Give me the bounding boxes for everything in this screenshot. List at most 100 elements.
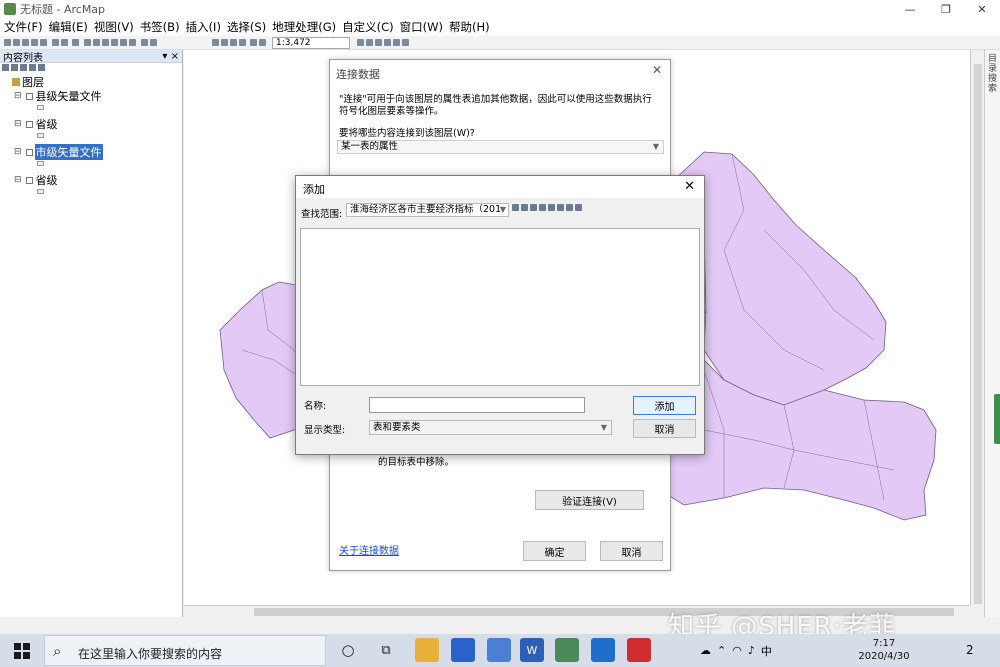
app-icon[interactable]: [451, 638, 475, 662]
menu-windows[interactable]: 窗口(W): [400, 19, 443, 35]
windows-start-icon[interactable]: [14, 643, 30, 659]
validate-join-button[interactable]: 验证连接(V): [535, 490, 644, 510]
layer-visibility-checkbox[interactable]: [25, 92, 33, 100]
browser-icon[interactable]: [487, 638, 511, 662]
zoom-in-icon[interactable]: [4, 39, 11, 46]
editor-icon[interactable]: [357, 39, 364, 46]
home-icon[interactable]: [521, 204, 528, 211]
arcmap-taskbar-icon[interactable]: [555, 638, 579, 662]
layer-symbol-swatch[interactable]: [37, 189, 44, 194]
join-type-select[interactable]: 某一表的属性 ▼: [337, 140, 664, 154]
layer-symbol-swatch[interactable]: [37, 133, 44, 138]
toggle-contents-icon[interactable]: [539, 204, 546, 211]
find-icon[interactable]: [102, 39, 109, 46]
close-icon[interactable]: ✕: [684, 179, 695, 194]
ime-indicator[interactable]: 中: [761, 643, 772, 659]
notification-count[interactable]: 2: [966, 643, 974, 657]
edge-icon[interactable]: [591, 638, 615, 662]
ok-button[interactable]: 确定: [523, 541, 586, 561]
task-view-icon[interactable]: ⧉: [374, 638, 398, 662]
refresh-icon[interactable]: [575, 204, 582, 211]
dock-handle[interactable]: [994, 394, 1000, 444]
measure-icon[interactable]: [111, 39, 118, 46]
restore-button[interactable]: ❐: [928, 0, 964, 18]
new-doc-icon[interactable]: [212, 39, 219, 46]
list-by-source-icon[interactable]: [11, 64, 18, 71]
netease-music-icon[interactable]: [627, 638, 651, 662]
toc-layer[interactable]: ⊟ 省级: [14, 172, 59, 188]
pan-icon[interactable]: [22, 39, 29, 46]
layer-visibility-checkbox[interactable]: [25, 176, 33, 184]
html-popup-icon[interactable]: [129, 39, 136, 46]
undo-icon[interactable]: [250, 39, 257, 46]
name-input[interactable]: [369, 397, 585, 413]
layer-label[interactable]: 省级: [35, 116, 59, 132]
collapse-icon[interactable]: ⊟: [14, 147, 22, 157]
print-icon[interactable]: [239, 39, 246, 46]
cancel-button[interactable]: 取消: [600, 541, 663, 561]
word-icon[interactable]: W: [520, 638, 544, 662]
hyperlink-icon[interactable]: [120, 39, 127, 46]
new-folder-icon[interactable]: [557, 204, 564, 211]
list-by-visibility-icon[interactable]: [20, 64, 27, 71]
menu-customize[interactable]: 自定义(C): [342, 19, 394, 35]
open-icon[interactable]: [221, 39, 228, 46]
tray-volume-icon[interactable]: ♪: [748, 644, 755, 657]
toc-layer[interactable]: ⊟ 市级矢量文件: [14, 144, 103, 160]
look-in-select[interactable]: 淮海经济区各市主要经济指标（201 ▼: [346, 203, 509, 217]
map-vertical-scrollbar[interactable]: [970, 50, 984, 605]
connect-folder-icon[interactable]: [530, 204, 537, 211]
layer-label[interactable]: 省级: [35, 172, 59, 188]
add-data-icon[interactable]: [259, 39, 266, 46]
select-elements-icon[interactable]: [84, 39, 91, 46]
minimize-button[interactable]: —: [892, 0, 928, 18]
up-one-level-icon[interactable]: [512, 204, 519, 211]
view-options-icon[interactable]: [548, 204, 555, 211]
menu-file[interactable]: 文件(F): [4, 19, 43, 35]
toc-pin-close-icon[interactable]: ▾ ×: [162, 51, 179, 62]
layer-label[interactable]: 县级矢量文件: [35, 88, 103, 104]
layer-symbol-swatch[interactable]: [37, 161, 44, 166]
toc-options-icon[interactable]: [38, 64, 45, 71]
add-button[interactable]: 添加: [633, 396, 696, 415]
arctoolbox-icon[interactable]: [393, 39, 400, 46]
cortana-icon[interactable]: ○: [336, 638, 360, 662]
menu-edit[interactable]: 编辑(E): [49, 19, 88, 35]
menu-selection[interactable]: 选择(S): [227, 19, 266, 35]
scrollbar-thumb[interactable]: [974, 64, 982, 604]
toc-window-icon[interactable]: [366, 39, 373, 46]
time-slider-icon[interactable]: [141, 39, 148, 46]
layer-visibility-checkbox[interactable]: [25, 148, 33, 156]
tray-chevron-up-icon[interactable]: ⌃: [717, 644, 726, 657]
list-by-drawing-order-icon[interactable]: [2, 64, 9, 71]
fixed-zoom-in-icon[interactable]: [40, 39, 47, 46]
toc-layer[interactable]: ⊟ 县级矢量文件: [14, 88, 103, 104]
tray-cloud-icon[interactable]: ☁: [700, 644, 711, 657]
full-extent-icon[interactable]: [31, 39, 38, 46]
layer-label-selected[interactable]: 市级矢量文件: [34, 144, 103, 160]
close-button[interactable]: ✕: [964, 0, 1000, 18]
layer-visibility-checkbox[interactable]: [25, 120, 33, 128]
tray-wifi-icon[interactable]: ◠: [732, 644, 742, 657]
zoom-out-icon[interactable]: [13, 39, 20, 46]
dock-tab-catalog-search[interactable]: 目录 搜索: [988, 54, 998, 94]
toc-layer[interactable]: ⊟ 省级: [14, 116, 59, 132]
layer-symbol-swatch[interactable]: [37, 105, 44, 110]
taskbar-search[interactable]: ⌕ 在这里输入你要搜索的内容: [44, 635, 326, 666]
viewer-icon[interactable]: [150, 39, 157, 46]
file-list[interactable]: [300, 228, 700, 386]
catalog-window-icon[interactable]: [375, 39, 382, 46]
delete-icon[interactable]: [566, 204, 573, 211]
list-by-selection-icon[interactable]: [29, 64, 36, 71]
select-features-icon[interactable]: [72, 39, 79, 46]
back-icon[interactable]: [52, 39, 59, 46]
menu-insert[interactable]: 插入(I): [186, 19, 221, 35]
menu-view[interactable]: 视图(V): [94, 19, 134, 35]
map-scale-input[interactable]: 1:3,472: [272, 37, 350, 49]
menu-geoprocessing[interactable]: 地理处理(G): [272, 19, 336, 35]
show-type-select[interactable]: 表和要素类 ▼: [369, 420, 612, 435]
taskbar-clock[interactable]: 7:17 2020/4/30: [852, 637, 916, 663]
collapse-icon[interactable]: ⊟: [14, 119, 22, 129]
about-joining-link[interactable]: 关于连接数据: [339, 542, 399, 557]
collapse-icon[interactable]: ⊟: [14, 91, 22, 101]
